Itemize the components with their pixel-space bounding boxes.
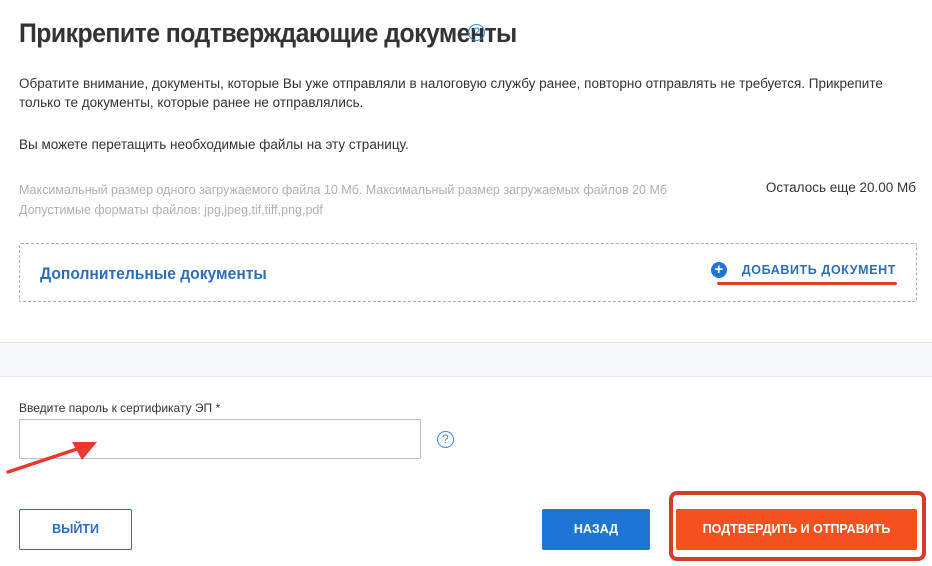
password-help-icon[interactable]: ? — [437, 431, 454, 448]
exit-button[interactable]: ВЫЙТИ — [19, 509, 132, 550]
max-size-text: Максимальный размер одного загружаемого … — [19, 183, 668, 197]
notice-text: Обратите внимание, документы, которые Вы… — [19, 76, 883, 110]
formats-text: Допустимые форматы файлов: jpg,jpeg,tif,… — [19, 203, 323, 217]
add-document-label: ДОБАВИТЬ ДОКУМЕНТ — [741, 263, 896, 277]
annotation-underline — [717, 282, 897, 285]
help-icon[interactable]: ? — [468, 24, 485, 41]
page-title: Прикрепите подтверждающие документы — [19, 18, 517, 48]
drag-hint-text: Вы можете перетащить необходимые файлы н… — [19, 137, 409, 152]
add-document-button[interactable]: + ДОБАВИТЬ ДОКУМЕНТ — [710, 262, 896, 278]
section-divider — [0, 342, 932, 377]
plus-circle-icon: + — [710, 262, 727, 278]
additional-documents-dropzone[interactable]: Дополнительные документы + ДОБАВИТЬ ДОКУ… — [19, 243, 917, 302]
additional-documents-label: Дополнительные документы — [40, 264, 267, 283]
submit-button[interactable]: ПОДТВЕРДИТЬ И ОТПРАВИТЬ — [676, 509, 917, 550]
back-button[interactable]: НАЗАД — [542, 509, 650, 550]
red-arrow-icon — [6, 442, 97, 474]
password-label: Введите пароль к сертификату ЭП * — [19, 401, 221, 415]
remaining-space: Осталось еще 20.00 Мб — [765, 180, 916, 195]
file-limits: Максимальный размер одного загружаемого … — [19, 180, 667, 220]
